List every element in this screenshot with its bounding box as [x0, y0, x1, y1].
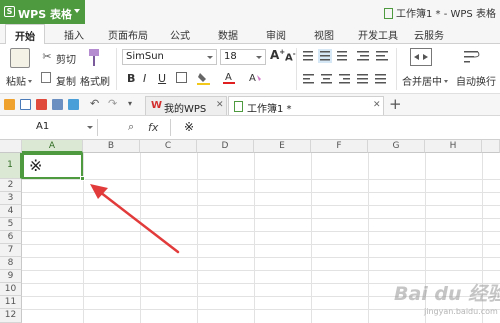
title-bar: S WPS 表格 工作簿1 * - WPS 表格: [0, 0, 500, 24]
shrink-font-button[interactable]: A-: [285, 50, 296, 63]
underline-button[interactable]: U: [158, 72, 166, 85]
indent-icons[interactable]: [356, 49, 392, 63]
pdf-export-icon[interactable]: [36, 99, 47, 110]
save-icon[interactable]: [20, 99, 31, 110]
cut-button[interactable]: 剪切: [56, 51, 76, 66]
grow-font-button[interactable]: A+: [270, 48, 285, 62]
svg-text:A: A: [249, 73, 256, 84]
watermark-text: Bai du 经验: [394, 283, 500, 305]
vertical-align-icons[interactable]: [302, 49, 350, 63]
font-name-select[interactable]: SimSun: [122, 49, 217, 65]
copy-button[interactable]: 复制: [56, 73, 76, 88]
customize-icon[interactable]: ▾: [128, 99, 139, 110]
formula-input[interactable]: ※: [184, 120, 194, 134]
tab-developer[interactable]: 开发工具: [358, 27, 398, 42]
menu-bar: 开始 插入 页面布局 公式 数据 审阅 视图 开发工具 云服务: [0, 24, 500, 45]
tab-workbook1[interactable]: 工作簿1 * ✕: [228, 96, 384, 115]
shrink-font-label: A: [285, 52, 293, 64]
wrap-text-button[interactable]: 自动换行: [456, 73, 496, 88]
search-icon[interactable]: ⌕: [128, 120, 134, 134]
wps-window: S WPS 表格 工作簿1 * - WPS 表格 开始 插入 页面布局 公式 数…: [0, 0, 500, 323]
chevron-down-icon: [74, 9, 80, 13]
watermark-subtext: jingyan.baidu.com: [424, 307, 498, 316]
app-menu-button[interactable]: S WPS 表格: [0, 0, 85, 24]
tab-view[interactable]: 视图: [314, 27, 334, 42]
font-name-value: SimSun: [126, 51, 164, 62]
fx-icon[interactable]: fx: [148, 121, 158, 134]
scissors-icon: ✂: [42, 50, 52, 63]
quick-access-bar: ↶ ↷ ▾ W 我的WPS ✕ 工作簿1 * ✕ +: [0, 94, 500, 116]
separator: [296, 48, 297, 90]
wps-logo-icon: S: [4, 6, 15, 17]
print-preview-icon[interactable]: [68, 99, 79, 110]
tab-data[interactable]: 数据: [218, 27, 238, 42]
separator: [116, 48, 117, 90]
baidu-watermark: Bai du 经验 jingyan.baidu.com: [394, 279, 500, 321]
new-tab-button[interactable]: +: [389, 95, 402, 113]
separator: [170, 119, 171, 136]
tab-page-layout[interactable]: 页面布局: [108, 27, 148, 42]
font-color-icon[interactable]: A: [222, 70, 236, 84]
app-name: WPS 表格: [18, 8, 72, 21]
undo-icon[interactable]: ↶: [90, 98, 101, 110]
char-style-icon[interactable]: A: [248, 70, 262, 84]
grow-font-label: A: [270, 48, 280, 62]
tab-formulas[interactable]: 公式: [170, 27, 190, 42]
font-size-value: 18: [224, 51, 237, 62]
fill-color-icon[interactable]: [197, 71, 211, 85]
cell-ref: A1: [36, 121, 50, 132]
paste-button[interactable]: 粘贴: [6, 73, 32, 88]
tab-home[interactable]: 开始: [5, 24, 45, 45]
svg-text:A: A: [225, 72, 232, 83]
font-size-select[interactable]: 18: [220, 49, 266, 65]
redo-icon[interactable]: ↷: [108, 98, 119, 110]
merge-center-button[interactable]: 合并居中: [402, 73, 448, 88]
horizontal-align-icons[interactable]: [302, 72, 390, 86]
folder-icon[interactable]: [4, 99, 15, 110]
document-icon: [384, 8, 393, 19]
paste-icon: [10, 48, 30, 68]
formula-bar: A1 ⌕ fx ※: [0, 116, 500, 140]
tab-workbook1-label: 工作簿1 *: [247, 104, 292, 115]
tab-my-wps-label: 我的WPS: [164, 104, 207, 115]
tab-cloud[interactable]: 云服务: [414, 27, 444, 42]
merge-center-icon: [410, 48, 432, 66]
border-icon[interactable]: [176, 72, 187, 83]
copy-icon: [41, 72, 51, 83]
separator: [396, 48, 397, 90]
close-icon[interactable]: ✕: [373, 100, 381, 110]
spreadsheet-icon: [234, 101, 243, 112]
window-title-text: 工作簿1 * - WPS 表格: [396, 9, 496, 20]
close-icon[interactable]: ✕: [216, 100, 224, 110]
ribbon: 粘贴 ✂ 剪切 复制 格式刷 SimSun 18 A+ A- B I U A A…: [0, 44, 500, 94]
bold-button[interactable]: B: [127, 72, 135, 85]
name-box[interactable]: A1: [0, 119, 98, 136]
wps-red-icon: W: [151, 100, 163, 111]
print-icon[interactable]: [52, 99, 63, 110]
italic-button[interactable]: I: [143, 72, 146, 85]
window-title: 工作簿1 * - WPS 表格: [384, 5, 496, 20]
paste-label: 粘贴: [6, 77, 26, 88]
tab-review[interactable]: 审阅: [266, 27, 286, 42]
tab-insert[interactable]: 插入: [64, 27, 84, 42]
tab-my-wps[interactable]: W 我的WPS ✕: [145, 96, 227, 115]
merge-center-label: 合并居中: [402, 77, 442, 88]
brush-icon: [87, 48, 101, 68]
wrap-text-icon: [462, 48, 482, 66]
format-painter-button[interactable]: 格式刷: [80, 73, 110, 88]
